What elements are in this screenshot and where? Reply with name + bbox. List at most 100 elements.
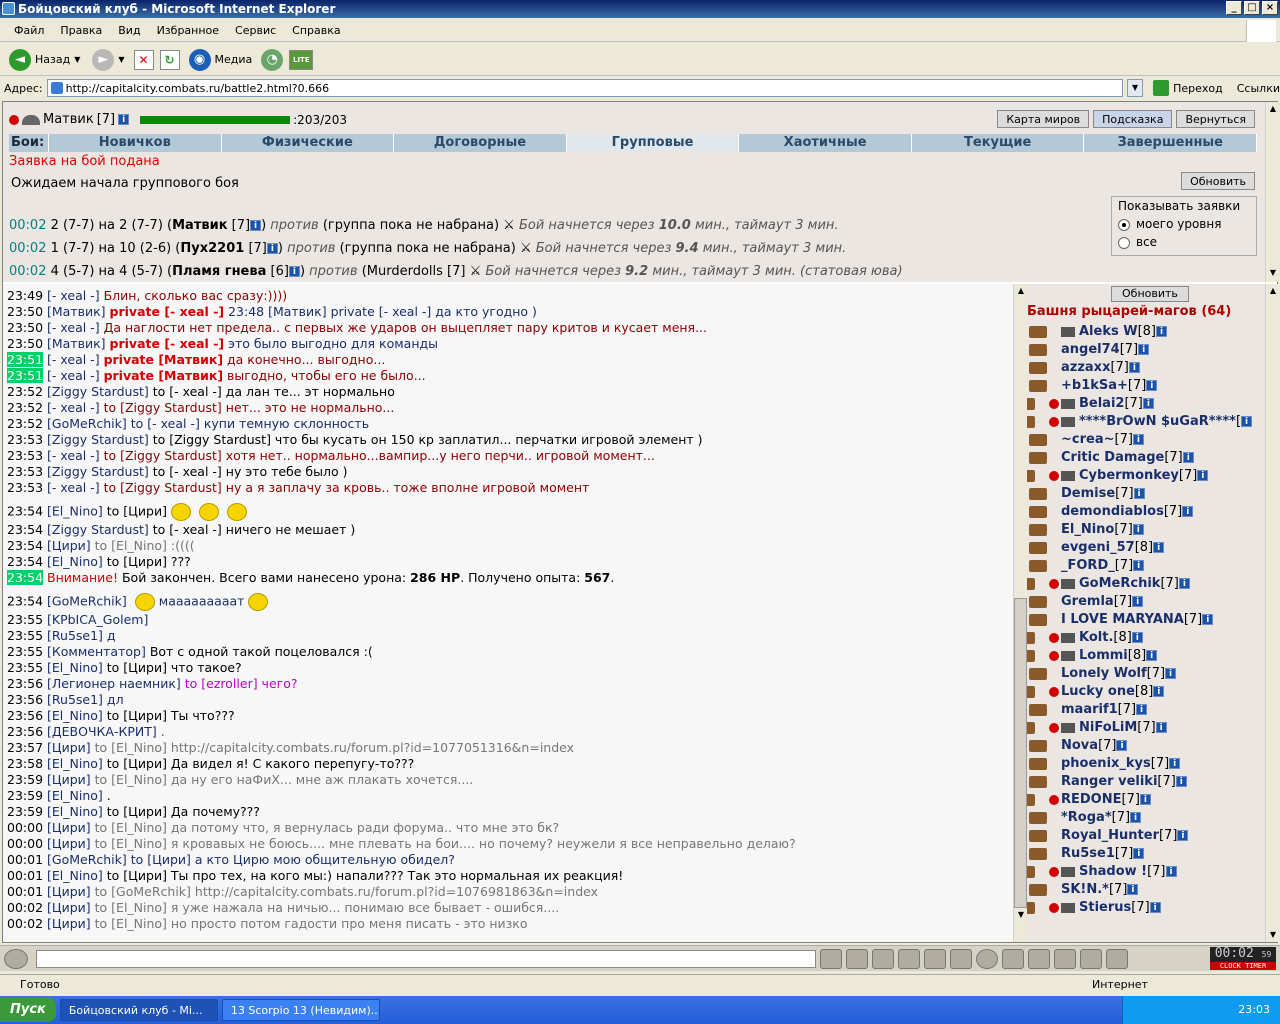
radio-all[interactable] (1118, 236, 1130, 249)
menu-item[interactable]: Правка (52, 24, 110, 37)
chat-nick[interactable]: [El_Nino] (47, 554, 103, 569)
user-name[interactable]: I LOVE MARYANA (1061, 612, 1184, 627)
chat-nick[interactable]: [Ziggy Stardust] (47, 522, 149, 537)
online-scrollbar[interactable]: ▲ ▼ (1265, 284, 1280, 942)
chat-nick[interactable]: [Комментатор] (47, 644, 146, 659)
minimize-button[interactable]: _ (1226, 1, 1242, 15)
tab-0[interactable]: Новичков (49, 134, 222, 152)
online-user[interactable]: +b1kSa+ [7] i (1029, 378, 1158, 393)
info-icon[interactable]: i (1146, 650, 1158, 661)
info-icon[interactable]: i (1146, 380, 1158, 391)
chat-nick[interactable]: [GoMeRchik] (47, 594, 127, 609)
online-user[interactable]: Lonely Wolf [7] i (1029, 666, 1177, 681)
user-name[interactable]: Critic Damage (1061, 450, 1164, 465)
private-msg-icon[interactable] (1029, 379, 1047, 392)
online-user[interactable]: angel74 [7] i (1029, 342, 1150, 357)
private-msg-icon[interactable] (1029, 847, 1047, 860)
chat-nick[interactable]: [Цири] (47, 772, 91, 787)
private-msg-icon[interactable] (1029, 829, 1047, 842)
chat-nick[interactable]: [Цири] (47, 900, 91, 915)
online-user[interactable]: I LOVE MARYANA [7] i (1029, 612, 1214, 627)
chat-nick[interactable]: [El_Nino] (47, 504, 103, 519)
chat-nick[interactable]: [- xeal -] (47, 480, 100, 495)
person-icon[interactable] (924, 948, 946, 969)
chat-nick[interactable]: [El_Nino] (47, 788, 103, 803)
user-name[interactable]: Gremla (1061, 594, 1114, 609)
user-name[interactable]: _FORD_ (1061, 558, 1115, 573)
send-icon[interactable] (820, 948, 842, 969)
save-icon[interactable] (898, 948, 920, 969)
chat-nick[interactable]: [Матвик] (47, 304, 106, 319)
hand-icon[interactable] (1002, 948, 1024, 969)
chat-icon[interactable] (4, 948, 28, 969)
menu-item[interactable]: Избранное (149, 24, 227, 37)
private-msg-icon[interactable] (1027, 469, 1035, 482)
private-msg-icon[interactable] (1029, 883, 1047, 896)
user-name[interactable]: Lommi (1079, 648, 1128, 663)
info-icon[interactable]: i (1202, 614, 1214, 625)
user-name[interactable]: SK!N.* (1061, 882, 1109, 897)
chat-nick[interactable]: [- xeal -] (47, 320, 100, 335)
top-button[interactable]: Вернуться (1176, 110, 1255, 128)
info-icon[interactable]: i (118, 114, 130, 125)
exit-icon[interactable] (1106, 948, 1128, 969)
online-user[interactable]: Royal_Hunter [7] i (1029, 828, 1189, 843)
info-icon[interactable]: i (1175, 776, 1187, 787)
online-user[interactable]: Demise [7] i (1029, 486, 1145, 501)
info-icon[interactable]: i (1182, 452, 1194, 463)
user-name[interactable]: Aleks W (1079, 324, 1138, 339)
private-msg-icon[interactable] (1029, 505, 1047, 518)
online-user[interactable]: _FORD_ [7] i (1029, 558, 1145, 573)
info-icon[interactable]: i (1165, 866, 1177, 877)
online-user[interactable]: Shadow ! [7] i (1027, 864, 1177, 879)
user-name[interactable]: GoMeRchik (1079, 576, 1160, 591)
tab-5[interactable]: Текущие (912, 134, 1085, 152)
chat-scrollbar[interactable]: ▲ ▼ (1013, 284, 1028, 942)
online-user[interactable]: Ru5se1 [7] i (1029, 846, 1145, 861)
online-user[interactable]: Gremla [7] i (1029, 594, 1144, 609)
links-button[interactable]: Ссылки (1237, 82, 1280, 95)
online-user[interactable]: GoMeRchik [7] i (1027, 576, 1190, 591)
chat-nick[interactable]: [Ziggy Stardust] (47, 432, 149, 447)
chat-nick[interactable]: [- xeal -] (47, 368, 100, 383)
private-label[interactable]: private [Матвик] (104, 352, 223, 367)
tab-1[interactable]: Физические (222, 134, 395, 152)
forward-button[interactable]: ► ▼ (89, 47, 127, 73)
user-name[interactable]: Cybermonkey (1079, 468, 1179, 483)
chat-nick[interactable]: [- xeal -] (47, 288, 100, 303)
info-icon[interactable]: i (1177, 830, 1189, 841)
refresh-icon[interactable]: ↻ (159, 49, 180, 70)
chat-input[interactable] (36, 949, 816, 968)
private-msg-icon[interactable] (1027, 397, 1035, 410)
task-scorpio[interactable]: 13 Scorpio 13 (Невидим)... (221, 999, 380, 1021)
battle-row[interactable]: 00:02 2 (7-7) на 2 (7-7) (Матвик [7] i) п… (9, 218, 839, 233)
menu-item[interactable]: Вид (110, 24, 148, 37)
start-button[interactable]: Пуск (0, 998, 56, 1022)
online-user[interactable]: Nova [7] i (1029, 738, 1128, 753)
mask-icon[interactable] (1054, 948, 1076, 969)
maximize-button[interactable]: □ (1244, 1, 1260, 15)
smiles-icon[interactable] (976, 948, 998, 969)
speed-icon[interactable] (950, 948, 972, 969)
user-name[interactable]: maarif1 (1061, 702, 1118, 717)
private-label[interactable]: private [Матвик] (104, 368, 223, 383)
private-msg-icon[interactable] (1029, 757, 1047, 770)
online-user[interactable]: Kolt. [8] i (1027, 630, 1143, 645)
battle-row[interactable]: 00:02 1 (7-7) на 10 (2-6) (Пух2201 [7] i)… (9, 241, 846, 256)
tab-4[interactable]: Хаотичные (739, 134, 912, 152)
chat-nick[interactable]: [ДЕВОЧКА-КРИТ] (47, 724, 157, 739)
info-icon[interactable]: i (1153, 686, 1165, 697)
chat-nick[interactable]: [Цири] (47, 836, 91, 851)
info-icon[interactable]: i (1156, 326, 1168, 337)
address-input[interactable]: http://capitalcity.combats.ru/battle2.ht… (46, 79, 1124, 97)
private-msg-icon[interactable] (1027, 901, 1035, 914)
user-name[interactable]: Ru5se1 (1061, 846, 1115, 861)
menu-item[interactable]: Файл (6, 24, 52, 37)
info-icon[interactable]: i (1155, 722, 1167, 733)
user-name[interactable]: Ranger veliki (1061, 774, 1157, 789)
info-icon[interactable]: i (250, 220, 262, 231)
history-icon[interactable]: ◔ (261, 48, 284, 71)
media-button[interactable]: ◉ Медиа (186, 47, 256, 73)
radio-my-level[interactable] (1118, 218, 1130, 231)
tab-3[interactable]: Групповые (566, 134, 740, 152)
